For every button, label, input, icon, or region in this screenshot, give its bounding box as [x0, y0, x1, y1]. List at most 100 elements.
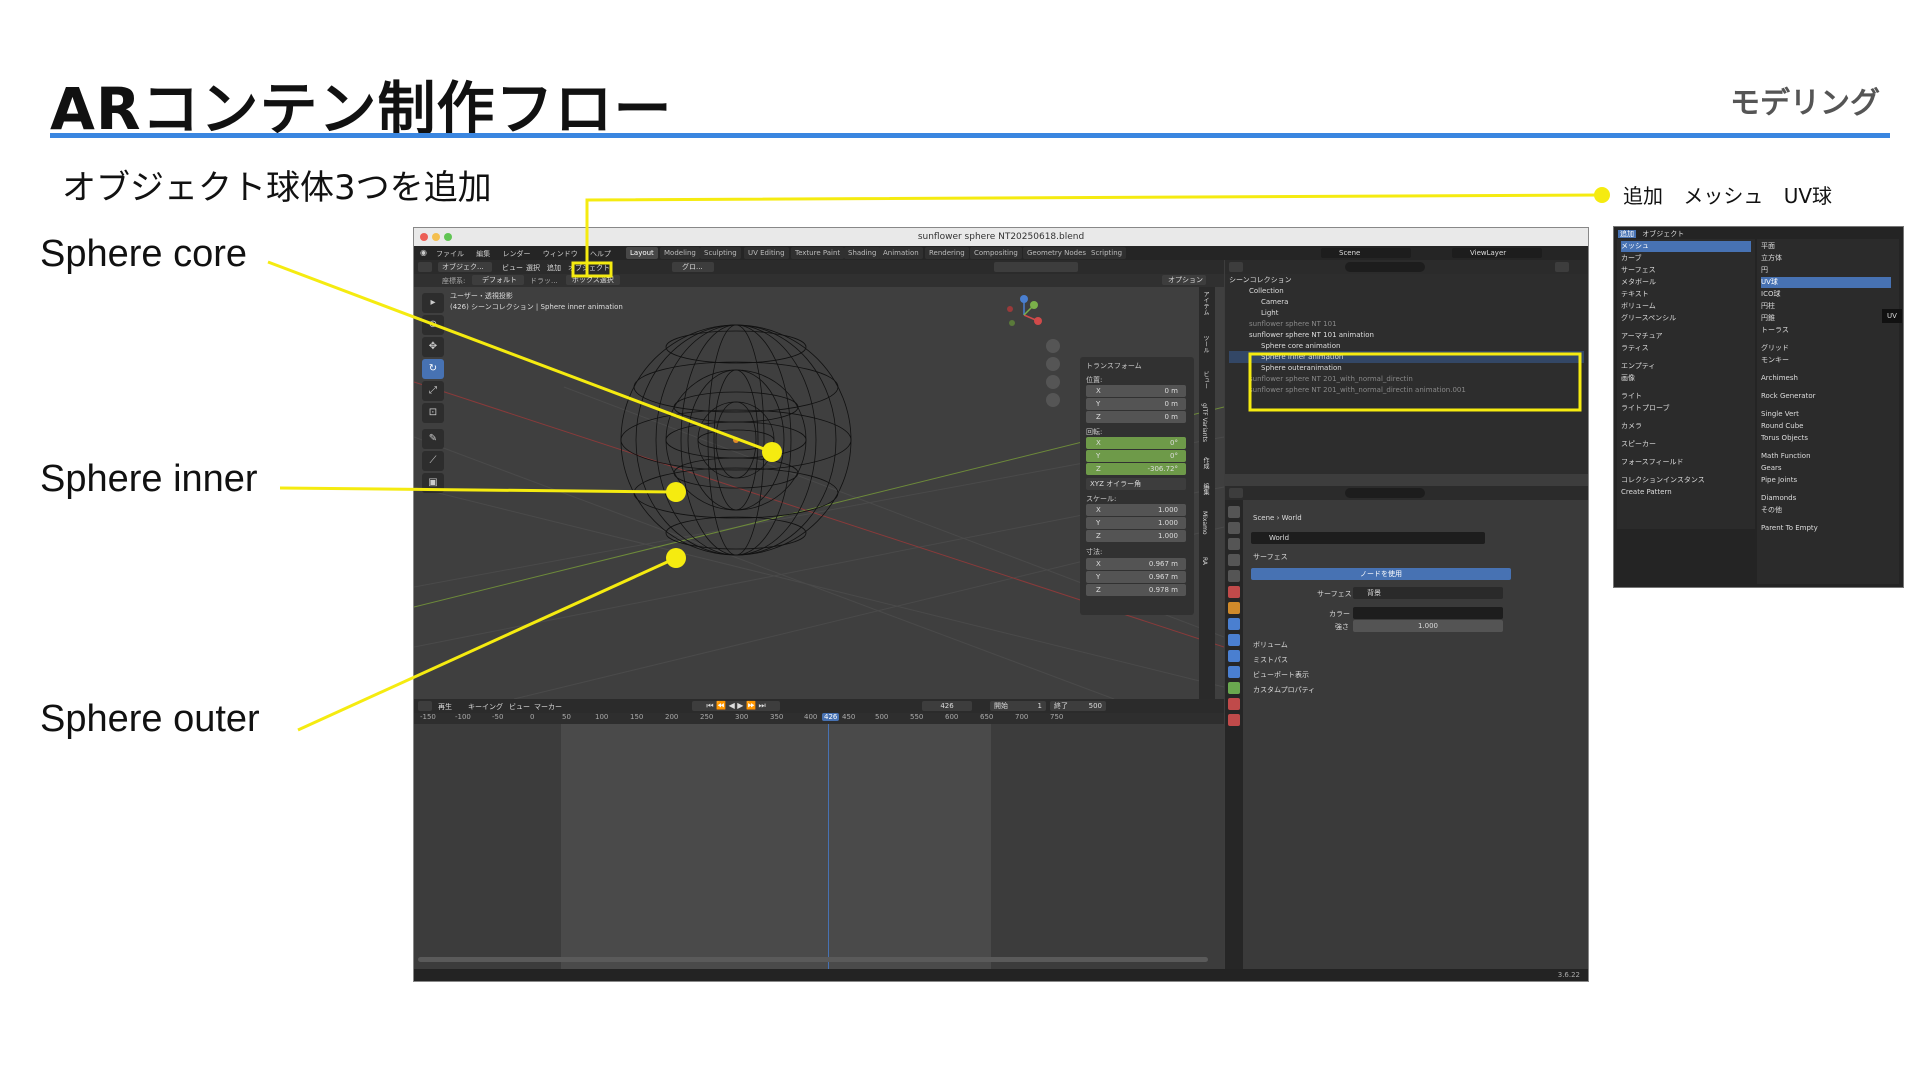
dimensions-x-field[interactable]: X 0.967 m: [1086, 558, 1186, 570]
menu-render[interactable]: レンダー: [502, 250, 530, 258]
end-frame-field[interactable]: 終了 500: [1050, 701, 1106, 711]
navigation-gizmo[interactable]: [1004, 293, 1044, 333]
timeline-menu-marker[interactable]: マーカー: [534, 702, 562, 712]
add-menu-item-armature[interactable]: アーマチュア: [1621, 331, 1751, 342]
workspace-tab-uv-editing[interactable]: UV Editing: [744, 247, 789, 259]
mode-selector[interactable]: オブジェク...: [438, 262, 492, 272]
modifier-tab-icon[interactable]: [1228, 618, 1240, 630]
mesh-item-math-function[interactable]: Math Function: [1761, 451, 1891, 462]
annotate-tool-icon[interactable]: ✎: [422, 429, 444, 449]
scene-tab-icon[interactable]: [1228, 570, 1240, 582]
select-mode-selector[interactable]: ボックス選択: [566, 275, 620, 285]
3d-viewport[interactable]: ユーザー・透視投影 (426) シーンコレクション | Sphere inner…: [414, 287, 1224, 699]
workspace-tab-modeling[interactable]: Modeling: [660, 247, 700, 259]
mesh-item-uv-sphere[interactable]: UV球: [1761, 277, 1891, 288]
mesh-item-gears[interactable]: Gears: [1761, 463, 1891, 474]
add-menu-item-curve[interactable]: カーブ: [1621, 253, 1751, 264]
mesh-item-cone[interactable]: 円錐: [1761, 313, 1891, 324]
measure-tool-icon[interactable]: ⟋: [422, 451, 444, 471]
add-menu-item-grease-pencil[interactable]: グリースペンシル: [1621, 313, 1751, 324]
workspace-tab-rendering[interactable]: Rendering: [925, 247, 969, 259]
mesh-item-ico-sphere[interactable]: ICO球: [1761, 289, 1891, 300]
add-menu-item-force-field[interactable]: フォースフィールド: [1621, 457, 1751, 468]
add-menu-tab-object[interactable]: オブジェクト: [1642, 230, 1684, 238]
transform-panel-header[interactable]: トランスフォーム: [1086, 361, 1142, 371]
view-layer-selector[interactable]: ViewLayer: [1452, 248, 1542, 258]
workspace-tab-geometry-nodes[interactable]: Geometry Nodes: [1023, 247, 1091, 259]
surface-panel-header[interactable]: サーフェス: [1253, 552, 1288, 562]
workspace-tab-sculpting[interactable]: Sculpting: [700, 247, 741, 259]
world-name-field[interactable]: World: [1251, 532, 1485, 544]
breadcrumb-scene[interactable]: Scene: [1253, 514, 1274, 522]
tab-edit[interactable]: 編集: [1201, 483, 1210, 495]
transform-pivot-selector[interactable]: グロ...: [672, 262, 714, 272]
frame-ruler[interactable]: -150 -100 -50 0 50 100 150 200 250 300 3…: [414, 713, 1224, 724]
location-z-field[interactable]: Z0 m: [1086, 411, 1186, 423]
mesh-item-round-cube[interactable]: Round Cube: [1761, 421, 1891, 432]
timeline-scrollbar[interactable]: [418, 957, 1208, 962]
mesh-item-circle[interactable]: 円: [1761, 265, 1891, 276]
scale-z-field[interactable]: Z 1.000: [1086, 530, 1186, 542]
texture-tab-icon[interactable]: [1228, 714, 1240, 726]
add-cube-tool-icon[interactable]: ▣: [422, 473, 444, 493]
camera-view-icon[interactable]: [1046, 375, 1060, 389]
add-menu-tab-add[interactable]: 追加: [1618, 230, 1636, 238]
move-tool-icon[interactable]: ✥: [422, 337, 444, 357]
scene-selector[interactable]: Scene: [1321, 248, 1411, 258]
workspace-tab-layout[interactable]: Layout: [626, 247, 658, 259]
breadcrumb-world[interactable]: World: [1282, 514, 1302, 522]
world-tab-icon[interactable]: [1228, 586, 1240, 598]
viewport-overlay-toggles[interactable]: [994, 262, 1078, 272]
location-y-field[interactable]: Y0 m: [1086, 398, 1186, 410]
add-menu-item-speaker[interactable]: スピーカー: [1621, 439, 1751, 450]
menu-file[interactable]: ファイル: [436, 250, 464, 258]
rotation-mode-selector[interactable]: XYZ オイラー角: [1086, 478, 1186, 490]
viewport-menu-view[interactable]: ビュー: [502, 263, 523, 273]
constraints-tab-icon[interactable]: [1228, 666, 1240, 678]
outliner-search-input[interactable]: [1345, 262, 1425, 272]
transform-orientation-selector[interactable]: デフォルト: [472, 275, 524, 285]
blender-logo-icon[interactable]: ◉: [420, 248, 427, 257]
workspace-tab-scripting[interactable]: Scripting: [1087, 247, 1127, 259]
mesh-item-plane[interactable]: 平面: [1761, 241, 1891, 252]
menu-help[interactable]: ヘルプ: [590, 250, 611, 258]
editor-type-icon[interactable]: [418, 262, 432, 272]
menu-window[interactable]: ウィンドウ: [543, 250, 578, 258]
view-layer-tab-icon[interactable]: [1228, 554, 1240, 566]
tab-tool[interactable]: ツール: [1201, 335, 1210, 353]
scale-x-field[interactable]: X 1.000: [1086, 504, 1186, 516]
timeline-editor-type-icon[interactable]: [418, 701, 432, 711]
dimensions-z-field[interactable]: Z 0.978 m: [1086, 584, 1186, 596]
add-menu-item-mesh[interactable]: メッシュ: [1621, 241, 1751, 252]
add-menu-item-lattice[interactable]: ラティス: [1621, 343, 1751, 354]
workspace-tab-animation[interactable]: Animation: [879, 247, 923, 259]
outliner-editor-type-icon[interactable]: [1229, 262, 1243, 272]
mesh-item-torus-objects[interactable]: Torus Objects: [1761, 433, 1891, 444]
playhead-frame-label[interactable]: 426: [822, 713, 840, 721]
tab-create[interactable]: 作成: [1201, 457, 1210, 469]
add-menu-item-light-probe[interactable]: ライトプローブ: [1621, 403, 1751, 414]
mesh-item-parent-to-empty[interactable]: Parent To Empty: [1761, 523, 1891, 534]
current-frame-field[interactable]: 426: [922, 701, 972, 711]
workspace-tab-compositing[interactable]: Compositing: [970, 247, 1022, 259]
add-menu-item-metaball[interactable]: メタボール: [1621, 277, 1751, 288]
viewport-display-panel-header[interactable]: ビューポート表示: [1253, 670, 1309, 680]
add-menu-item-text[interactable]: テキスト: [1621, 289, 1751, 300]
add-menu-item-image[interactable]: 画像: [1621, 373, 1751, 384]
mesh-item-torus[interactable]: トーラス: [1761, 325, 1891, 336]
start-frame-field[interactable]: 開始 1: [990, 701, 1046, 711]
properties-editor-type-icon[interactable]: [1229, 488, 1243, 498]
options-dropdown[interactable]: オプション: [1162, 275, 1206, 285]
transform-tool-icon[interactable]: ⊡: [422, 403, 444, 423]
workspace-tab-texture-paint[interactable]: Texture Paint: [791, 247, 845, 259]
mist-panel-header[interactable]: ミストパス: [1253, 655, 1288, 665]
add-menu-item-surface[interactable]: サーフェス: [1621, 265, 1751, 276]
mesh-item-monkey[interactable]: モンキー: [1761, 355, 1891, 366]
tab-ra[interactable]: RA: [1201, 557, 1208, 565]
tab-mixamo[interactable]: Mixamo: [1201, 511, 1208, 535]
add-menu-item-create-pattern[interactable]: Create Pattern: [1621, 487, 1751, 498]
add-menu-item-empty[interactable]: エンプティ: [1621, 361, 1751, 372]
scale-tool-icon[interactable]: ⤢: [422, 381, 444, 401]
strength-field[interactable]: 1.000: [1353, 620, 1503, 632]
timeline-menu-playback[interactable]: 再生: [438, 702, 452, 712]
